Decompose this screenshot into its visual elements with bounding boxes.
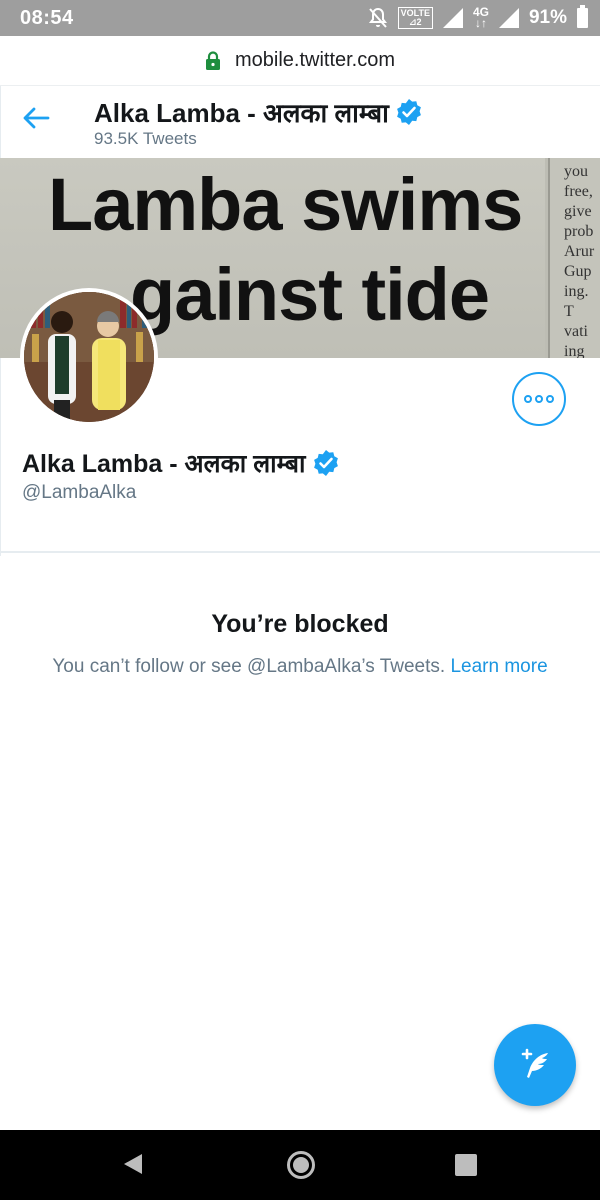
banner-headline-line2: gainst tide bbox=[130, 253, 490, 336]
more-dot bbox=[524, 395, 532, 403]
arrow-left-icon bbox=[23, 107, 50, 129]
verified-badge-icon bbox=[396, 99, 421, 125]
url-text[interactable]: mobile.twitter.com bbox=[235, 49, 395, 72]
verified-badge-icon bbox=[313, 450, 338, 476]
section-divider bbox=[0, 551, 600, 553]
lock-icon bbox=[205, 50, 220, 70]
nav-back-icon[interactable] bbox=[122, 1152, 144, 1176]
back-button[interactable] bbox=[22, 106, 62, 138]
blocked-message: You can’t follow or see @LambaAlka’s Twe… bbox=[52, 656, 446, 677]
url-bar[interactable]: mobile.twitter.com bbox=[0, 36, 600, 86]
compose-tweet-button[interactable] bbox=[494, 1024, 576, 1106]
volte-badge: VOLTE ⊿2 bbox=[397, 7, 433, 29]
status-bar: 08:54 VOLTE ⊿2 4G ↓↑ 91% bbox=[0, 0, 600, 36]
profile-header: Alka Lamba - अलका लाम्बा 93.5K Tweets bbox=[0, 86, 600, 158]
banner-col-word: you bbox=[564, 163, 588, 180]
learn-more-link[interactable]: Learn more bbox=[450, 656, 547, 677]
header-title: Alka Lamba - अलका लाम्बा bbox=[94, 94, 423, 130]
more-options-button[interactable] bbox=[512, 372, 566, 426]
profile-handle: @LambaAlka bbox=[22, 482, 137, 503]
banner-col-word: ing bbox=[564, 343, 585, 358]
blocked-title: You’re blocked bbox=[211, 610, 389, 638]
banner-col-word: T bbox=[564, 303, 574, 320]
battery-icon bbox=[577, 5, 588, 28]
avatar-image bbox=[24, 292, 154, 422]
banner-col-word: give bbox=[564, 203, 592, 220]
blocked-message-row: You can’t follow or see @LambaAlka’s Twe… bbox=[0, 656, 600, 678]
banner-col-word: ing. bbox=[564, 283, 589, 300]
more-dot bbox=[535, 395, 543, 403]
banner-col-word: Gup bbox=[564, 263, 592, 280]
status-icons: VOLTE ⊿2 4G ↓↑ 91% bbox=[368, 5, 588, 30]
banner-col-word: prob bbox=[564, 223, 594, 240]
battery-percent: 91% bbox=[528, 7, 567, 28]
status-time: 08:54 bbox=[20, 7, 74, 29]
compose-feather-icon bbox=[521, 1048, 548, 1078]
banner-col-word: Arur bbox=[564, 243, 595, 260]
avatar-photo-icon bbox=[24, 292, 154, 422]
profile-name: Alka Lamba - अलका लाम्बा bbox=[22, 450, 306, 478]
android-nav-bar bbox=[0, 1130, 600, 1200]
nav-recents-icon[interactable] bbox=[455, 1154, 477, 1176]
banner-col-word: free, bbox=[564, 183, 593, 200]
nav-home-icon[interactable] bbox=[287, 1151, 315, 1179]
notifications-off-icon bbox=[368, 7, 387, 28]
signal-icon-2 bbox=[498, 8, 519, 28]
profile-name-row: Alka Lamba - अलका लाम्बा bbox=[22, 446, 340, 480]
profile-avatar[interactable] bbox=[20, 288, 158, 426]
banner-headline-line1: Lamba swims bbox=[48, 163, 523, 246]
banner-col-word: vati bbox=[564, 323, 588, 340]
tweet-count: 93.5K Tweets bbox=[94, 129, 197, 148]
header-name: Alka Lamba - अलका लाम्बा bbox=[94, 98, 389, 128]
banner-side-column: you free, give prob Arur Gup ing. T vati… bbox=[548, 158, 600, 358]
network-type-icon: 4G ↓↑ bbox=[472, 5, 489, 30]
signal-icon bbox=[442, 8, 463, 28]
more-dot bbox=[546, 395, 554, 403]
